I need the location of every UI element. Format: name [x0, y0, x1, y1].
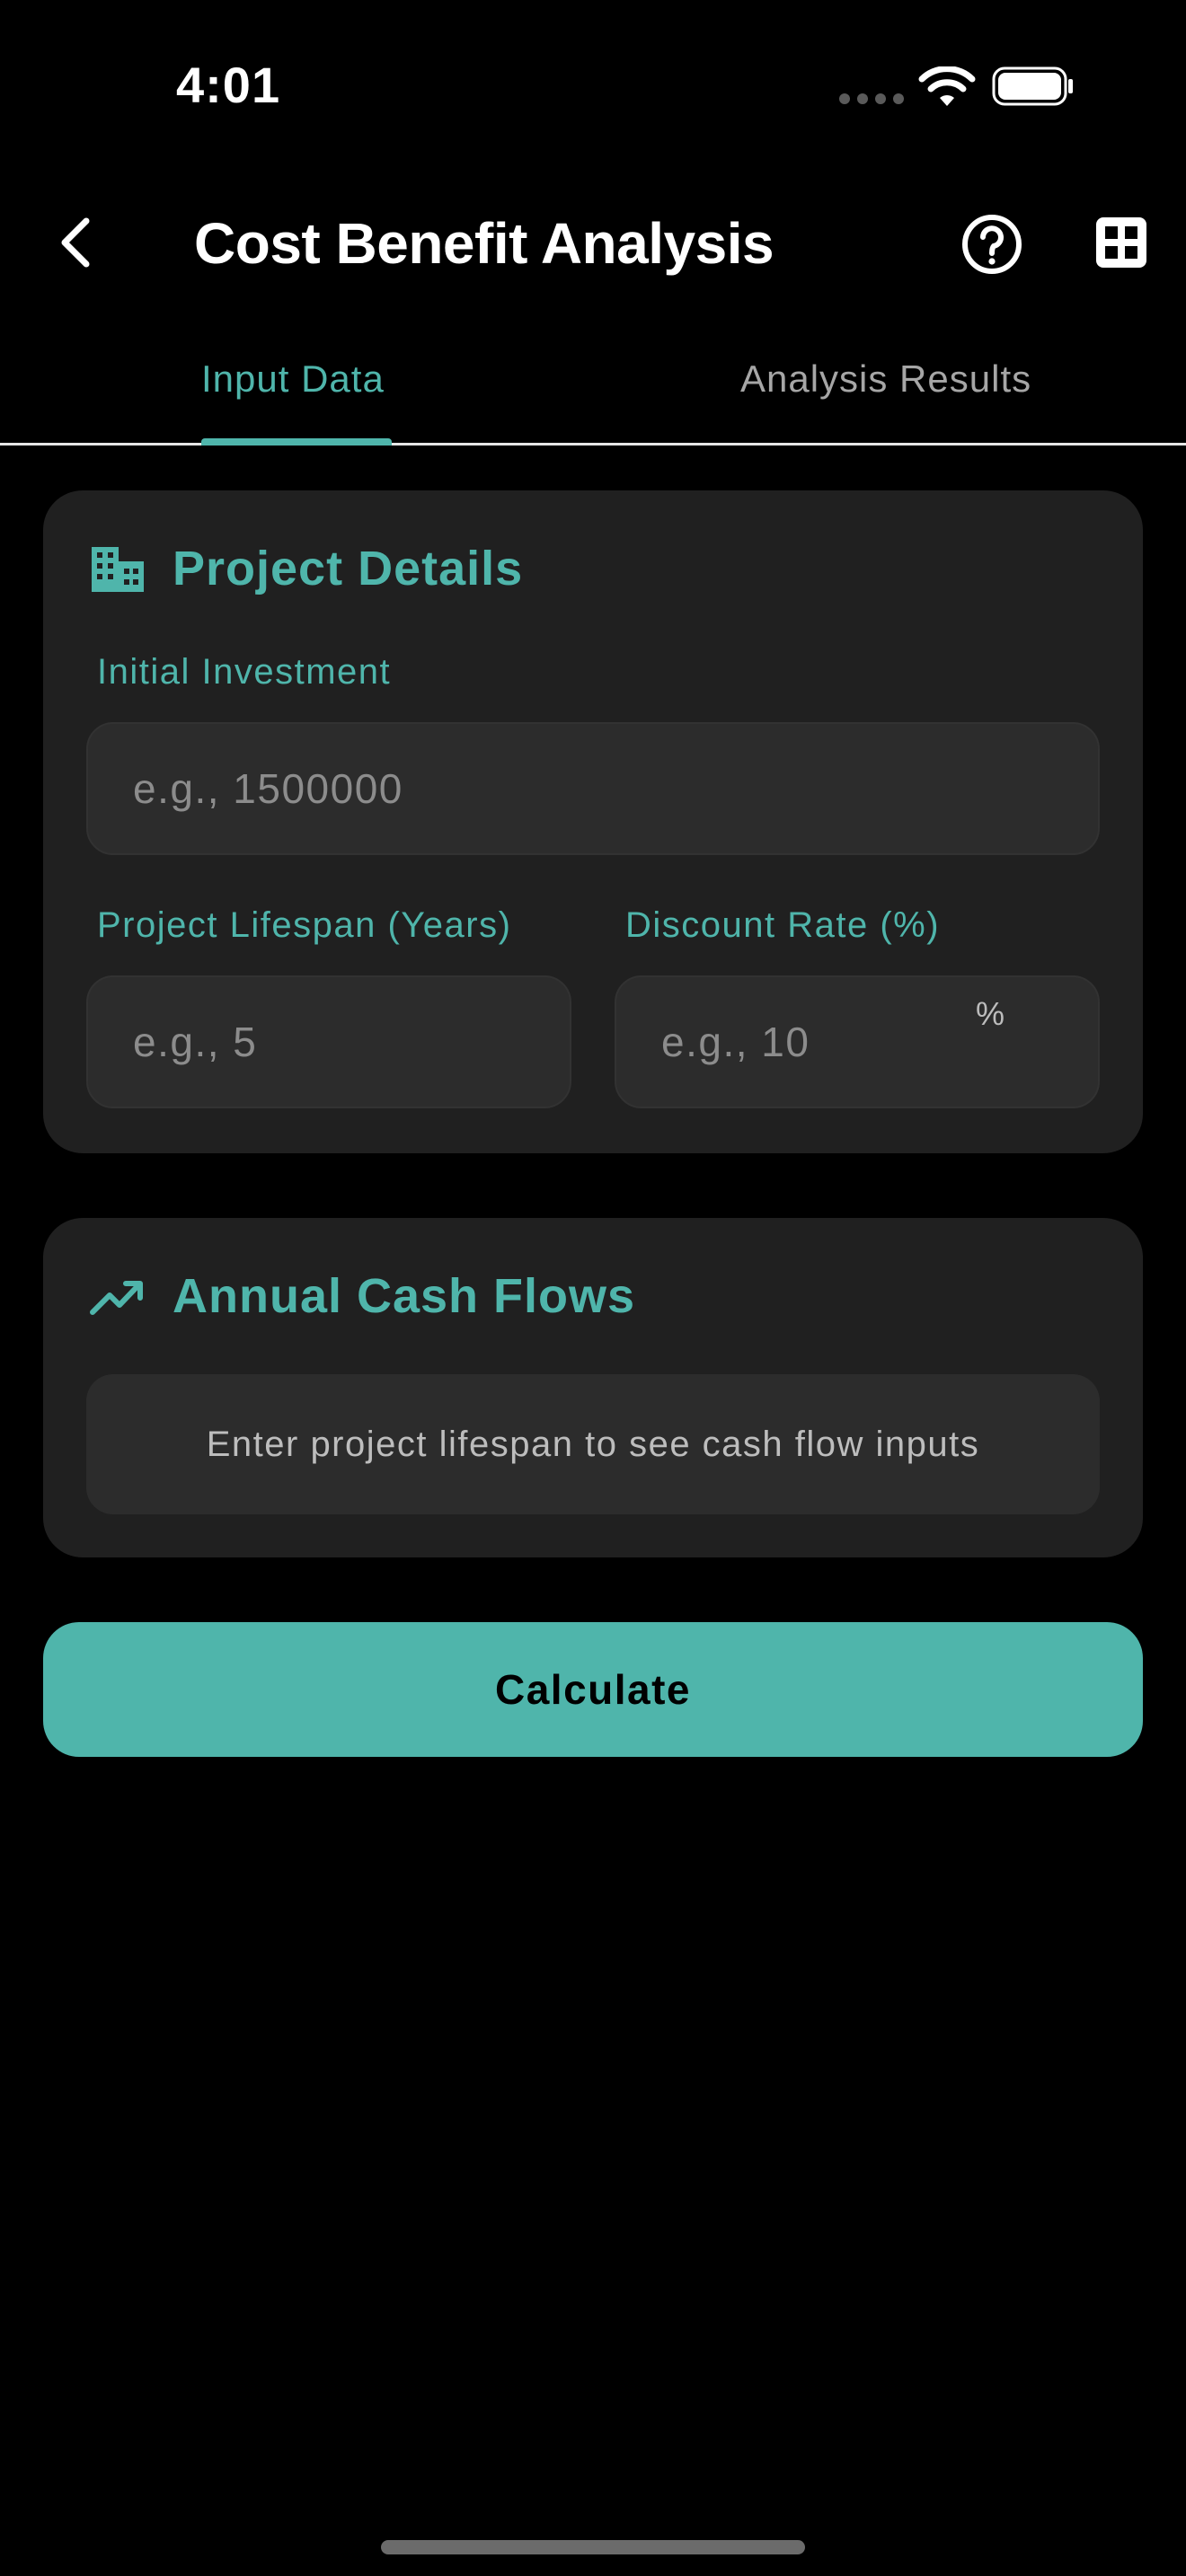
active-tab-indicator: [201, 438, 392, 446]
battery-icon: [992, 66, 1073, 106]
tab-analysis-results[interactable]: Analysis Results: [740, 357, 1031, 401]
status-bar: 4:01: [0, 0, 1186, 171]
back-icon[interactable]: [50, 207, 101, 278]
lifespan-input[interactable]: [88, 977, 570, 1107]
trending-up-icon: [90, 1281, 143, 1315]
discount-rate-label: Discount Rate (%): [625, 905, 941, 945]
lifespan-field: [86, 975, 571, 1108]
home-indicator: [381, 2540, 805, 2554]
status-time: 4:01: [176, 57, 281, 113]
tab-bar: Input Data Analysis Results: [0, 334, 1186, 446]
building-icon: [92, 547, 144, 592]
cash-flows-title: Annual Cash Flows: [173, 1269, 636, 1323]
help-icon[interactable]: [960, 212, 1024, 277]
percent-suffix: %: [975, 995, 1005, 1032]
project-details-card: Project Details Initial Investment Proje…: [43, 490, 1143, 1153]
initial-investment-input[interactable]: [88, 724, 1098, 853]
lifespan-label: Project Lifespan (Years): [97, 905, 512, 945]
cash-flows-header: Annual Cash Flows: [90, 1268, 635, 1324]
discount-rate-input[interactable]: [616, 977, 1098, 1107]
tab-input-data[interactable]: Input Data: [201, 357, 385, 401]
cash-flow-empty-message: Enter project lifespan to see cash flow …: [86, 1374, 1100, 1514]
initial-investment-label: Initial Investment: [97, 652, 392, 692]
cellular-signal-icon: [839, 93, 904, 104]
initial-investment-field: [86, 722, 1100, 855]
project-details-title: Project Details: [173, 542, 524, 595]
grid-view-icon[interactable]: [1094, 216, 1148, 269]
wifi-icon: [918, 66, 976, 106]
calculate-button[interactable]: Calculate: [43, 1622, 1143, 1757]
page-title: Cost Benefit Analysis: [194, 211, 774, 276]
discount-rate-field: %: [615, 975, 1100, 1108]
project-details-header: Project Details: [90, 541, 523, 596]
annual-cash-flows-card: Annual Cash Flows Enter project lifespan…: [43, 1218, 1143, 1557]
